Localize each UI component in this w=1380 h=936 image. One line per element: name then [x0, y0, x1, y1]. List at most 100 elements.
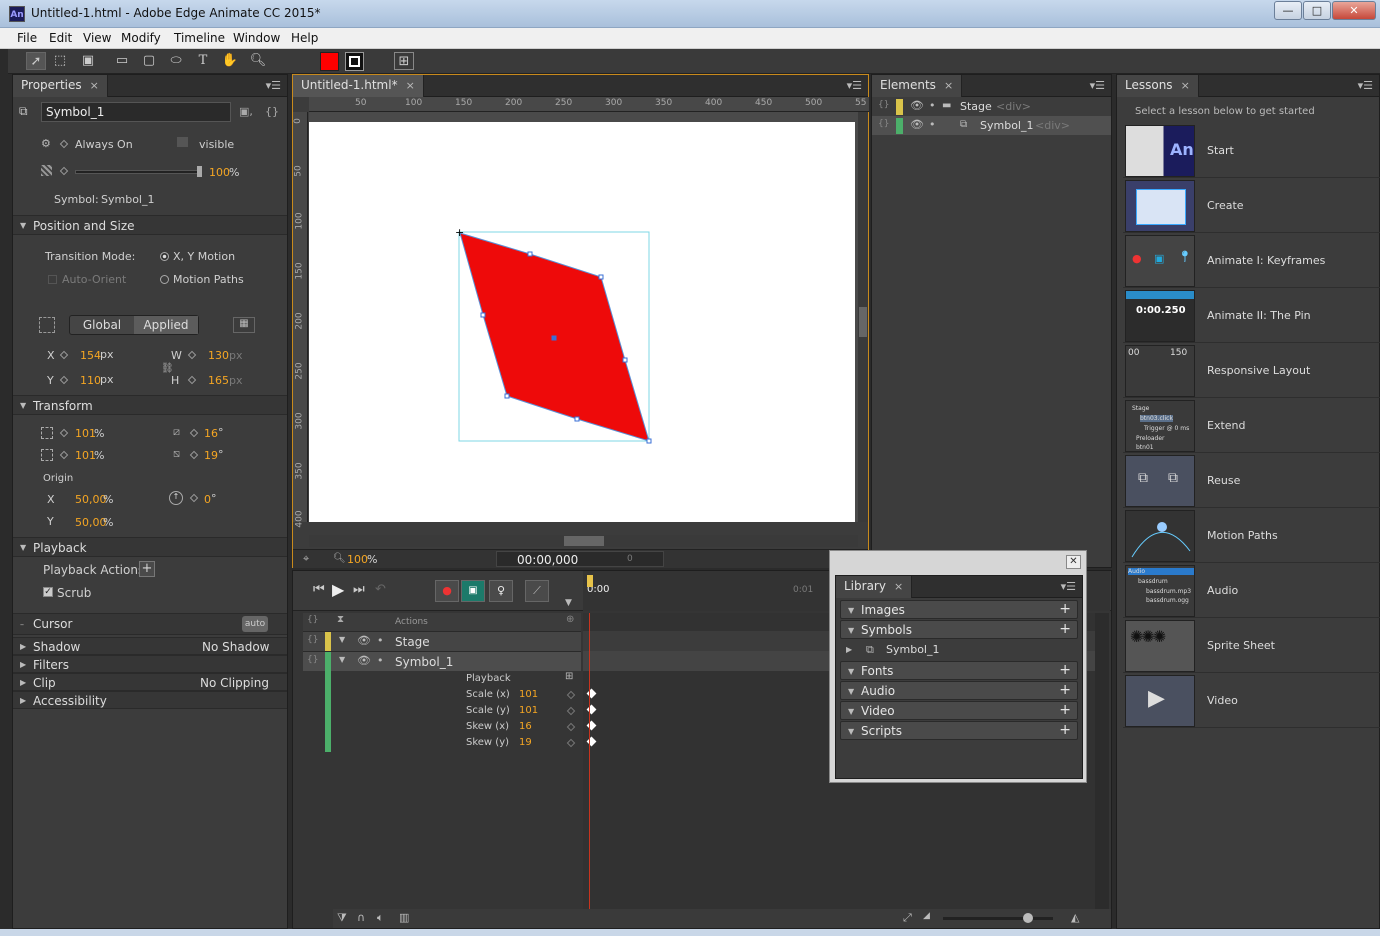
- prop-row-skew-y[interactable]: Skew (y) 19: [333, 735, 581, 751]
- keyframe-diamond[interactable]: [59, 428, 69, 438]
- element-row-symbol[interactable]: {} 👁︎ • ⧉ Symbol_1 <div>: [872, 116, 1111, 135]
- prop-value[interactable]: 16: [519, 721, 532, 732]
- scrub-checkbox[interactable]: ✓: [43, 587, 53, 597]
- clipping-icon[interactable]: ▣: [78, 52, 98, 70]
- close-icon[interactable]: ×: [944, 79, 953, 92]
- braces-icon[interactable]: {}: [307, 655, 318, 665]
- expand-timeline-icon[interactable]: ⤢: [903, 911, 912, 925]
- keyframe-diamond[interactable]: [59, 139, 69, 149]
- zoom-icon[interactable]: 🔍︎: [248, 52, 268, 70]
- braces-icon[interactable]: {}: [878, 119, 889, 129]
- lesson-pin[interactable]: 0:00.250 Animate II: The Pin: [1123, 289, 1380, 343]
- scroll-thumb[interactable]: [564, 536, 604, 546]
- scroll-thumb[interactable]: [859, 307, 867, 337]
- stage-canvas-area[interactable]: +: [309, 112, 859, 522]
- eye-icon[interactable]: 👁︎: [910, 118, 924, 131]
- add-trigger-icon[interactable]: ⊞: [565, 671, 573, 682]
- lesson-keyframes[interactable]: ● ▣ 📍︎ Animate I: Keyframes: [1123, 234, 1380, 288]
- lock-dot-icon[interactable]: •: [377, 654, 384, 667]
- lesson-start[interactable]: An Start: [1123, 124, 1380, 178]
- library-fonts[interactable]: ▼ Fonts +: [840, 661, 1078, 680]
- anchor-icon[interactable]: [39, 317, 55, 333]
- prop-row-scale-y[interactable]: Scale (y) 101: [333, 703, 581, 719]
- menu-help[interactable]: Help: [291, 31, 318, 45]
- cursor-auto-button[interactable]: auto: [242, 616, 268, 632]
- section-playback[interactable]: ▼ Playback: [13, 537, 287, 557]
- add-icon[interactable]: +: [1059, 662, 1071, 678]
- menu-file[interactable]: File: [17, 31, 37, 45]
- lesson-extend[interactable]: Stage btn03.click Trigger @ 0 ms Preloader b…: [1123, 399, 1380, 453]
- timeline-row-symbol[interactable]: {} ▼ 👁︎ • Symbol_1: [303, 651, 581, 752]
- section-position-size[interactable]: ▼ Position and Size: [13, 215, 287, 235]
- close-icon[interactable]: ×: [894, 580, 903, 593]
- opacity-value[interactable]: 100: [209, 166, 230, 179]
- class-icon[interactable]: ▣,: [239, 105, 253, 118]
- fill-color-swatch[interactable]: [320, 52, 339, 71]
- section-filters[interactable]: ▶ Filters: [13, 655, 287, 673]
- link-icon[interactable]: ⛓: [161, 363, 174, 374]
- add-icon[interactable]: +: [1059, 621, 1071, 637]
- add-icon[interactable]: +: [1059, 601, 1071, 617]
- close-floating-button[interactable]: ✕: [1066, 555, 1081, 569]
- section-clip[interactable]: ▶ Clip No Clipping: [13, 673, 287, 691]
- go-to-start-icon[interactable]: ⏮: [313, 582, 325, 597]
- section-cursor[interactable]: – Cursor auto: [13, 613, 287, 635]
- keyframe-diamond[interactable]: [187, 350, 197, 360]
- keyframe-diamond[interactable]: [187, 375, 197, 385]
- pin-button[interactable]: ♀: [489, 580, 513, 602]
- prop-row-scale-x[interactable]: Scale (x) 101: [333, 687, 581, 703]
- add-icon[interactable]: +: [1059, 702, 1071, 718]
- panel-menu-icon[interactable]: ▾☰: [1358, 79, 1373, 92]
- lesson-responsive[interactable]: 00 150 Responsive Layout: [1123, 344, 1380, 398]
- close-icon[interactable]: ×: [1181, 79, 1190, 92]
- auto-orient-checkbox[interactable]: [48, 275, 57, 284]
- audio-icon[interactable]: 🔈︎: [377, 911, 384, 925]
- add-action-icon[interactable]: ⊕: [566, 614, 574, 625]
- keyframe-diamond[interactable]: [189, 450, 199, 460]
- eye-icon[interactable]: 👁︎: [357, 654, 371, 667]
- timeline-scrollbar[interactable]: [1095, 613, 1109, 909]
- radio-motion-paths[interactable]: [160, 275, 169, 284]
- symbol-shape[interactable]: +: [309, 112, 859, 522]
- menu-modify[interactable]: Modify: [121, 31, 161, 45]
- library-images[interactable]: ▼ Images +: [840, 600, 1078, 619]
- collapse-icon[interactable]: ▼: [339, 655, 345, 664]
- w-value[interactable]: 130: [208, 349, 229, 362]
- x-value[interactable]: 154: [80, 349, 101, 362]
- collapse-icon[interactable]: ▼: [339, 635, 345, 644]
- grid-icon[interactable]: ▥: [399, 911, 409, 924]
- section-shadow[interactable]: ▶ Shadow No Shadow: [13, 637, 287, 655]
- library-scripts[interactable]: ▼ Scripts +: [840, 721, 1078, 740]
- panel-menu-icon[interactable]: ▾☰: [847, 79, 862, 92]
- close-icon[interactable]: ×: [90, 79, 99, 92]
- opacity-slider-handle[interactable]: [197, 166, 202, 177]
- easing-button[interactable]: ⟋: [525, 580, 549, 602]
- play-icon[interactable]: ▶: [332, 580, 344, 599]
- h-value[interactable]: 165: [208, 374, 229, 387]
- section-accessibility[interactable]: ▶ Accessibility: [13, 691, 287, 709]
- tab-elements[interactable]: Elements ×: [872, 75, 963, 97]
- global-button[interactable]: Global: [70, 316, 134, 334]
- library-audio[interactable]: ▼ Audio +: [840, 681, 1078, 700]
- keyframe-diamond[interactable]: [59, 375, 69, 385]
- maximize-button[interactable]: □: [1303, 1, 1331, 20]
- filter-icon[interactable]: ⧩: [337, 911, 347, 925]
- display-dropdown[interactable]: Always On: [75, 138, 133, 151]
- close-window-button[interactable]: ✕: [1332, 1, 1376, 20]
- origin-x-value[interactable]: 50,00: [75, 493, 107, 506]
- menu-timeline[interactable]: Timeline: [174, 31, 225, 45]
- auto-keyframe-button[interactable]: ●: [435, 580, 459, 602]
- keyframe-diamond[interactable]: [189, 493, 199, 503]
- chevron-down-icon[interactable]: ▼: [565, 598, 572, 608]
- panel-menu-icon[interactable]: ▾☰: [1061, 580, 1076, 593]
- undo-icon[interactable]: ↶: [375, 582, 386, 597]
- hand-icon[interactable]: ✋: [220, 52, 240, 70]
- menu-view[interactable]: View: [83, 31, 111, 45]
- lesson-reuse[interactable]: ⧉ ⧉ Reuse: [1123, 454, 1380, 508]
- text-icon[interactable]: T: [193, 52, 213, 70]
- lock-dot-icon[interactable]: •: [929, 118, 936, 131]
- keyframe-diamond[interactable]: [189, 428, 199, 438]
- overflow-dropdown[interactable]: visible: [199, 138, 234, 151]
- keyframe-diamond[interactable]: [566, 690, 576, 700]
- prop-value[interactable]: 19: [519, 737, 532, 748]
